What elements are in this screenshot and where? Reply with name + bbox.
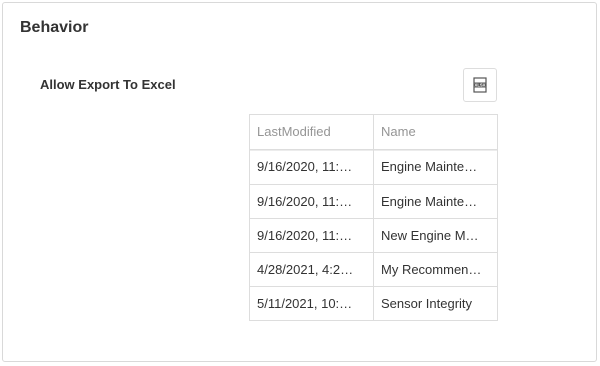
cell-name: New Engine M… <box>381 228 479 243</box>
data-grid: LastModified Name 9/16/2020, 11:… Engine… <box>249 114 498 321</box>
cell-lastmodified: 9/16/2020, 11:… <box>250 185 374 218</box>
table-row[interactable]: 5/11/2021, 10:… Sensor Integrity <box>250 286 497 320</box>
excel-export-icon: XLSX <box>473 77 487 93</box>
section-title: Behavior <box>20 19 89 36</box>
cell-name: Engine Mainte… <box>381 194 478 209</box>
column-header-lastmodified[interactable]: LastModified <box>250 115 374 149</box>
table-row[interactable]: 9/16/2020, 11:… New Engine M… <box>250 218 497 252</box>
cell-lastmodified: 5/11/2021, 10:… <box>250 287 374 320</box>
column-header-name[interactable]: Name <box>374 115 497 149</box>
table-row[interactable]: 4/28/2021, 4:2… My Recommen… <box>250 252 497 286</box>
cell-name: My Recommen… <box>381 262 482 277</box>
cell-name: Sensor Integrity <box>381 296 473 311</box>
cell-name: Engine Mainte… <box>381 159 478 174</box>
cell-lastmodified: 9/16/2020, 11:… <box>250 150 374 184</box>
cell-lastmodified: 4/28/2021, 4:2… <box>250 253 374 286</box>
excel-icon-text: XLSX <box>475 83 486 88</box>
grid-header-row: LastModified Name <box>250 115 497 150</box>
behavior-card: Behavior Allow Export To Excel XLSX Last… <box>2 2 597 362</box>
cell-lastmodified: 9/16/2020, 11:… <box>250 219 374 252</box>
export-to-excel-button[interactable]: XLSX <box>463 68 497 102</box>
allow-export-label: Allow Export To Excel <box>40 77 176 92</box>
table-row[interactable]: 9/16/2020, 11:… Engine Mainte… <box>250 184 497 218</box>
table-row[interactable]: 9/16/2020, 11:… Engine Mainte… <box>250 150 497 184</box>
